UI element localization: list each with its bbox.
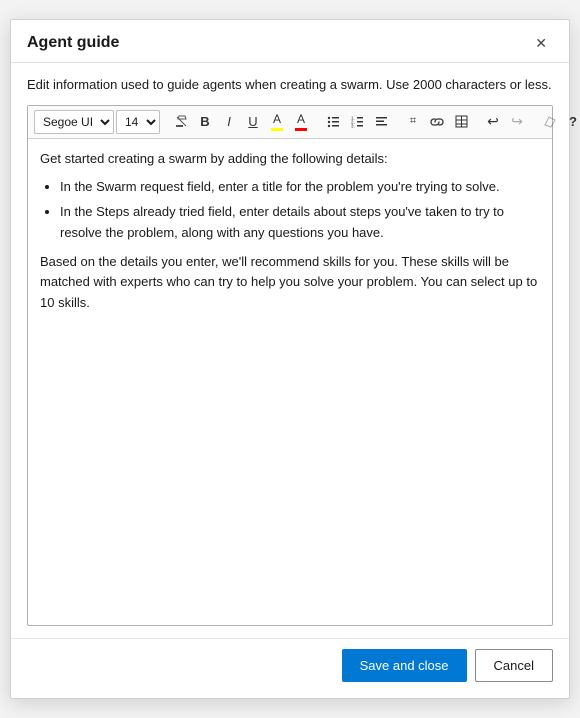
- italic-button[interactable]: I: [218, 110, 240, 134]
- editor-intro-text: Get started creating a swarm by adding t…: [40, 149, 540, 170]
- bullets-button[interactable]: [322, 110, 344, 134]
- dialog-footer: Save and close Cancel: [11, 638, 569, 698]
- agent-guide-dialog: Agent guide ✕ Edit information used to g…: [10, 19, 570, 699]
- svg-text:3.: 3.: [351, 124, 355, 129]
- close-button[interactable]: ✕: [529, 34, 553, 52]
- remove-link-button[interactable]: ⌗: [402, 110, 424, 134]
- editor-content-area[interactable]: Get started creating a swarm by adding t…: [28, 139, 552, 626]
- save-close-button[interactable]: Save and close: [342, 649, 467, 682]
- underline-button[interactable]: U: [242, 110, 264, 134]
- undo-button[interactable]: ↩: [482, 110, 504, 134]
- font-size-select[interactable]: 8 9 10 11 12 14 16 18 20 24: [116, 110, 160, 134]
- editor-bullet-1: In the Swarm request field, enter a titl…: [60, 177, 540, 198]
- highlight-button[interactable]: A: [266, 110, 288, 134]
- editor-toolbar: Segoe UI Arial Times New Roman Calibri 8…: [28, 106, 552, 139]
- font-family-select[interactable]: Segoe UI Arial Times New Roman Calibri: [34, 110, 114, 134]
- paint-format-button[interactable]: [538, 110, 560, 134]
- align-button[interactable]: [370, 110, 392, 134]
- editor-conclusion-text: Based on the details you enter, we'll re…: [40, 252, 540, 314]
- numbering-button[interactable]: 1. 2. 3.: [346, 110, 368, 134]
- help-button[interactable]: ?: [562, 110, 580, 134]
- rich-text-editor[interactable]: Segoe UI Arial Times New Roman Calibri 8…: [27, 105, 553, 627]
- redo-button[interactable]: ↪: [506, 110, 528, 134]
- cancel-button[interactable]: Cancel: [475, 649, 553, 682]
- font-color-button[interactable]: A: [290, 110, 312, 134]
- clear-format-button[interactable]: [170, 110, 192, 134]
- bold-button[interactable]: B: [194, 110, 216, 134]
- editor-bullet-2: In the Steps already tried field, enter …: [60, 202, 540, 244]
- dialog-header: Agent guide ✕: [11, 20, 569, 63]
- table-button[interactable]: [450, 110, 472, 134]
- dialog-description: Edit information used to guide agents wh…: [11, 63, 569, 105]
- hyperlink-button[interactable]: [426, 110, 448, 134]
- dialog-title: Agent guide: [27, 34, 119, 52]
